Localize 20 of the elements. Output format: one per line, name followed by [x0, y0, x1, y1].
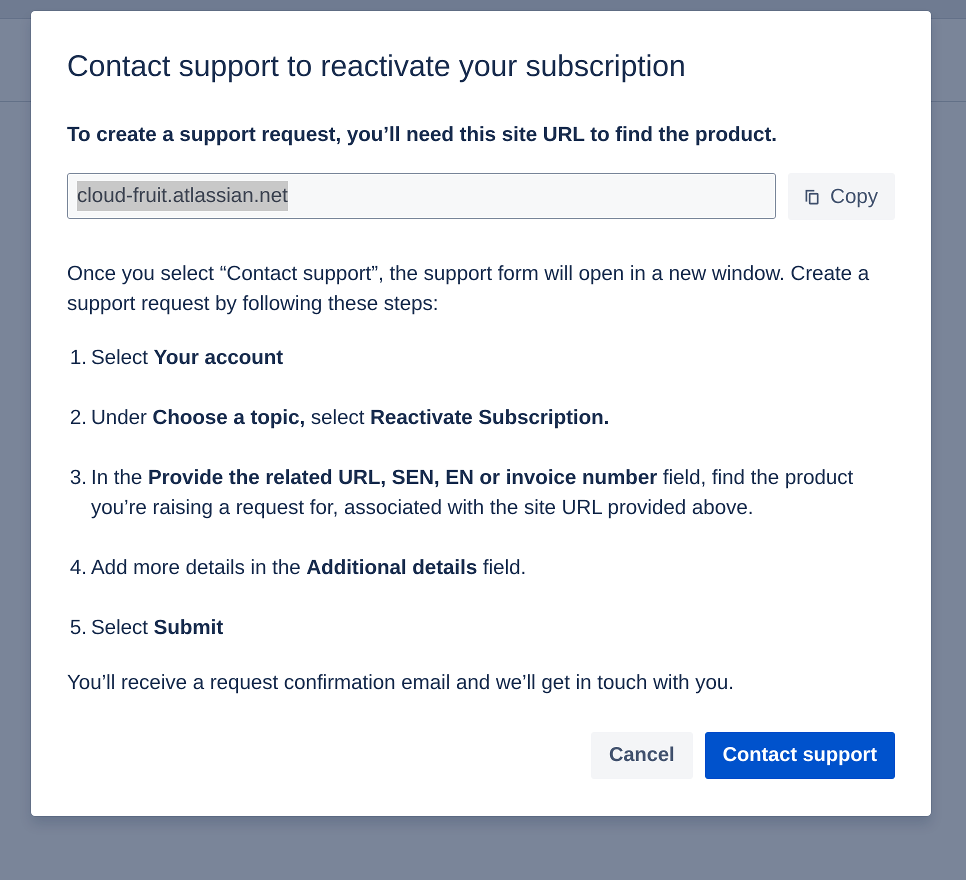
step-text: Under Choose a topic, select Reactivate Subscription. — [91, 405, 610, 431]
step-text: Select Your account — [91, 345, 284, 371]
step-number: 3. — [68, 465, 87, 491]
dialog-title: Contact support to reactivate your subscription — [67, 49, 687, 85]
contact-support-button[interactable]: Contact support — [704, 732, 895, 779]
step-text: Select Submit — [91, 615, 224, 641]
url-field[interactable]: cloud-fruit.atlassian.net — [67, 173, 776, 219]
url-value-text: cloud-fruit.atlassian.net — [77, 181, 288, 211]
intro-text: To create a support request, you’ll need this site URL to find the product. — [67, 122, 778, 148]
copy-button[interactable]: Copy — [788, 173, 895, 220]
step-number: 4. — [68, 555, 87, 581]
closing-text: You’ll receive a request confirmation email and we’ll get in touch with you. — [67, 670, 735, 696]
step-number: 2. — [68, 405, 87, 431]
step-number: 1. — [68, 345, 87, 371]
description-text: Once you select “Contact support”, the support form will open in a new window. Create a support request by following these steps: — [67, 261, 870, 317]
cancel-button[interactable]: Cancel — [590, 732, 693, 779]
copy-icon — [805, 188, 820, 204]
step-text: Add more details in the Additional details field. — [91, 555, 528, 581]
step-text: In the Provide the related URL, SEN, EN or invoice number field, find the product you’re raising a request for, associated with the site URL provided above. — [91, 465, 854, 521]
step-number: 5. — [68, 615, 87, 641]
